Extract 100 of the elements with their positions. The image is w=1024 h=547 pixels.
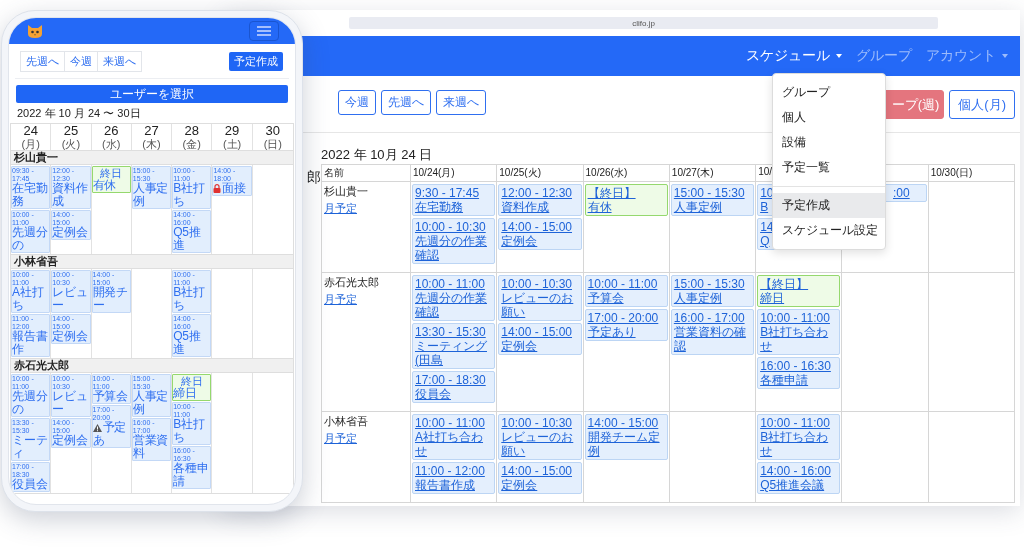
menu-item[interactable]: 予定作成 — [773, 193, 885, 218]
week-nav-button[interactable]: 先週へ — [20, 51, 65, 72]
event-title-link[interactable]: レビューのお願い — [501, 291, 579, 319]
event-title-link[interactable]: 先週分の作業確認 — [415, 234, 493, 262]
event-time-link[interactable]: 17:00 - 20:00 — [587, 311, 659, 325]
event-time-link[interactable]: 終日 — [180, 375, 203, 387]
event-time-link[interactable]: 14:00 - 15:00 — [587, 416, 659, 430]
event-time-link[interactable]: :00 — [893, 186, 910, 200]
event-title-link[interactable]: レビューのお願い — [501, 430, 579, 458]
event-title-link[interactable]: B社打ち — [173, 182, 211, 208]
event-time-link[interactable]: 10:00 - 10:30 — [501, 277, 572, 291]
event-title-link[interactable]: 予算会 — [587, 291, 624, 305]
event-time-link[interactable]: 11:00 - 12:00 — [415, 464, 485, 478]
event-time-link[interactable]: 【終日】 — [587, 186, 636, 200]
event-title-link[interactable]: レビュー — [52, 286, 90, 312]
event-title-link[interactable]: 営業資料の確認 — [673, 325, 752, 353]
menu-button[interactable] — [249, 21, 279, 41]
event-time-link[interactable]: 10:00 - 10:30 — [415, 220, 486, 234]
event-title-link[interactable]: レビュー — [52, 390, 90, 416]
event-time-link[interactable]: 16:00 - 17:00 — [673, 311, 745, 325]
event-title-link[interactable]: Q — [760, 234, 770, 248]
event-time-link[interactable]: 14:00 - 15:00 — [501, 325, 572, 339]
event-title-link[interactable]: 有休 — [92, 179, 130, 192]
view-button[interactable]: 個人(月) — [949, 90, 1015, 119]
event-time-link[interactable]: 14:00 - 15:00 — [501, 220, 572, 234]
event-time-link[interactable]: 10:00 - 11:00 — [760, 311, 830, 325]
event-title-link[interactable]: 締日 — [173, 387, 211, 400]
event-title-link[interactable]: 人事定例 — [132, 182, 171, 208]
event-title-link[interactable]: Q5推進 — [173, 226, 211, 252]
event-title-link[interactable]: 定例会 — [501, 478, 538, 492]
event-time-link[interactable]: 10:00 - 11:00 — [760, 416, 830, 430]
event-title-link[interactable]: 在宅勤務 — [415, 200, 463, 214]
event-title-link[interactable]: 人事定例 — [132, 390, 171, 416]
monthly-schedule-link[interactable]: 月予定 — [324, 292, 357, 307]
event-title-link[interactable]: 役員会 — [415, 387, 451, 401]
event-time-link[interactable]: 13:30 - 15:30 — [415, 325, 486, 339]
monthly-schedule-link[interactable]: 月予定 — [324, 431, 357, 446]
event-title-link[interactable]: 予定あ — [92, 421, 130, 447]
event-title-link[interactable]: 開発チーム定例 — [587, 430, 665, 458]
week-nav-button[interactable]: 今週 — [338, 90, 376, 115]
event-title-link[interactable]: 報告書作成 — [415, 478, 475, 492]
menu-item[interactable]: 設備 — [773, 130, 885, 155]
week-nav-button[interactable]: 先週へ — [381, 90, 431, 115]
event-title-link[interactable]: 各種申請 — [760, 373, 809, 387]
event-title-link[interactable]: B社打ち合わせ — [760, 430, 838, 458]
event-title-link[interactable]: B社打ち — [173, 286, 211, 312]
event-time-link[interactable]: 10:00 - 11:00 — [587, 277, 658, 291]
week-nav-button[interactable]: 来週へ — [436, 90, 486, 115]
event-title-link[interactable]: 定例会 — [501, 234, 538, 248]
menu-item[interactable]: スケジュール設定 — [773, 218, 885, 243]
event-title-link[interactable]: 報告書作 — [12, 330, 50, 356]
event-time-link[interactable]: 10:00 - 10:30 — [501, 416, 572, 430]
event-title-link[interactable]: A社打ち — [12, 286, 50, 312]
event-title-link[interactable]: B — [760, 200, 769, 214]
event-title-link[interactable]: 在宅勤務 — [12, 182, 50, 208]
event-title-link[interactable]: 面接 — [213, 182, 251, 195]
week-nav-button[interactable]: 来週へ — [97, 51, 142, 72]
event-title-link[interactable]: 先週分の — [12, 226, 50, 252]
event-title-link[interactable]: 資料作成 — [501, 200, 550, 214]
nav-link[interactable]: グループ — [856, 47, 912, 65]
event-title-link[interactable]: A社打ち合わせ — [415, 430, 493, 458]
event-title-link[interactable]: 営業資料 — [132, 434, 171, 460]
event-title-link[interactable]: 資料作成 — [52, 182, 90, 208]
event-time-link[interactable]: 15:00 - 15:30 — [673, 186, 745, 200]
event-title-link[interactable]: B社打ち合わせ — [760, 325, 838, 353]
week-nav-button[interactable]: 今週 — [64, 51, 98, 72]
event-time-link[interactable]: 9:30 - 17:45 — [415, 186, 480, 200]
event-title-link[interactable]: Q5推進 — [173, 330, 211, 356]
event-title-link[interactable]: 人事定例 — [673, 291, 722, 305]
event-title-link[interactable]: 定例会 — [52, 330, 90, 343]
event-title-link[interactable]: 定例会 — [52, 226, 90, 239]
menu-item[interactable]: 予定一覧 — [773, 155, 885, 180]
event-time-link[interactable]: 10:00 - 11:00 — [415, 416, 485, 430]
event-title-link[interactable]: Q5推進会議 — [760, 478, 825, 492]
event-title-link[interactable]: ミーティ — [12, 434, 50, 460]
event-time-link[interactable]: 終日 — [100, 167, 123, 179]
event-time-link[interactable]: 12:00 - 12:30 — [501, 186, 572, 200]
event-title-link[interactable]: 先週分の — [12, 390, 50, 416]
event-title-link[interactable]: 各種申請 — [173, 462, 211, 488]
event-title-link[interactable]: 先週分の作業確認 — [415, 291, 493, 319]
event-title-link[interactable]: 開発チー — [92, 286, 130, 312]
event-time-link[interactable]: 15:00 - 15:30 — [673, 277, 745, 291]
monthly-schedule-link[interactable]: 月予定 — [324, 201, 357, 216]
event-time-link[interactable]: 14:00 - 16:00 — [760, 464, 831, 478]
event-time-link[interactable]: 【終日】 — [760, 277, 809, 291]
event-time-link[interactable]: 16:00 - 16:30 — [760, 359, 831, 373]
event-title-link[interactable]: 予定あり — [587, 325, 636, 339]
create-event-button[interactable]: 予定作成 — [229, 52, 283, 71]
select-user-button[interactable]: ユーザーを選択 — [16, 85, 288, 103]
event-title-link[interactable]: 定例会 — [52, 434, 90, 447]
event-title-link[interactable]: 役員会 — [12, 478, 50, 491]
event-title-link[interactable]: B社打ち — [173, 418, 211, 444]
event-time-link[interactable]: 14 — [760, 220, 774, 234]
event-time-link[interactable]: 17:00 - 18:30 — [415, 373, 486, 387]
event-time-link[interactable]: 14:00 - 15:00 — [501, 464, 572, 478]
event-title-link[interactable]: 有休 — [587, 200, 612, 214]
event-title-link[interactable]: ミーティング(田島 — [415, 339, 493, 367]
event-title-link[interactable]: 定例会 — [501, 339, 538, 353]
nav-link[interactable]: アカウント — [926, 47, 1008, 65]
nav-link[interactable]: スケジュール — [746, 47, 842, 65]
